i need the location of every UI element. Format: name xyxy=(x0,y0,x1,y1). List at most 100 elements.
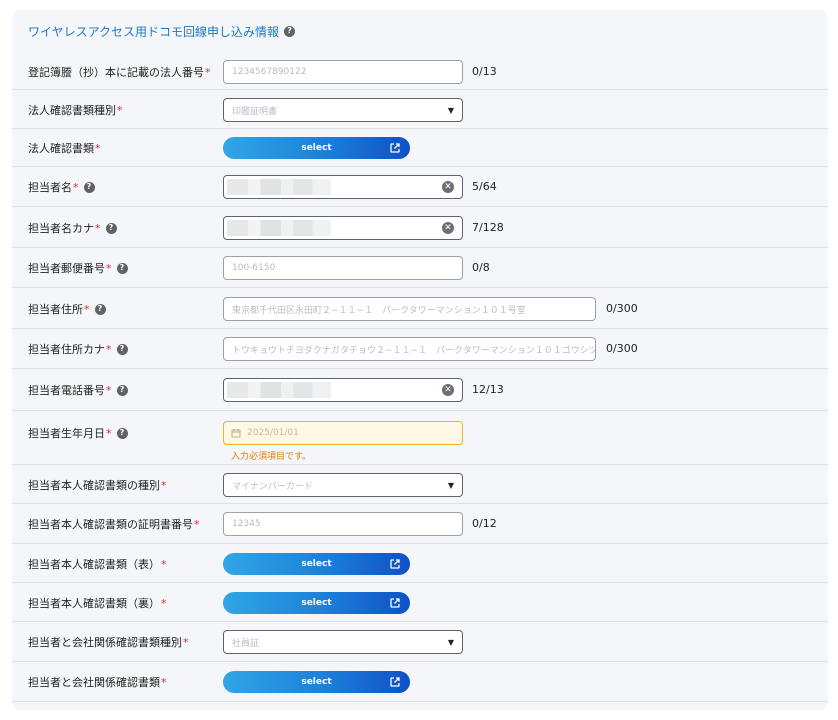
input-placeholder: 2025/01/01 xyxy=(247,428,299,438)
field-label: 担当者と会社関係確認書類 * xyxy=(28,675,167,690)
text-input[interactable]: トウキョウトチヨダクナガタチョウ２−１１−１ パークタワーマンション１０１ゴウシ… xyxy=(223,337,596,361)
form-row: 担当者郵便番号 * ? 100-6150 0/8 xyxy=(12,248,828,288)
field-label: 登記簿謄（抄）本に記載の法人番号 * xyxy=(28,65,211,80)
required-mark: * xyxy=(161,557,167,571)
field-label: 担当者名カナ * ? xyxy=(28,221,117,235)
file-select-button[interactable]: select xyxy=(223,592,410,614)
button-label: select xyxy=(301,598,332,608)
text-input[interactable]: ✕ xyxy=(223,175,463,199)
form-row: 担当者名 * ? ✕ 5/64 xyxy=(12,167,828,207)
clear-icon[interactable]: ✕ xyxy=(442,384,454,396)
field-label-text: 担当者名 xyxy=(28,181,72,194)
field-label-text: 担当者生年月日 xyxy=(28,427,105,440)
field-label-text: 担当者郵便番号 xyxy=(28,262,105,275)
text-input[interactable]: ✕ xyxy=(223,378,463,402)
field-label: 担当者本人確認書類（表） * xyxy=(28,557,167,572)
field-label: 担当者住所 * ? xyxy=(28,302,106,316)
char-counter: 5/64 xyxy=(472,180,497,193)
help-icon[interactable]: ? xyxy=(116,343,128,355)
required-mark: * xyxy=(73,180,79,194)
external-link-icon xyxy=(390,598,400,608)
field-label: 法人確認書類種別 * xyxy=(28,103,123,118)
char-counter: 12/13 xyxy=(472,383,504,396)
select-dropdown[interactable]: 社員証 ▼ xyxy=(223,630,463,654)
text-input[interactable]: 100-6150 xyxy=(223,256,463,280)
required-mark: * xyxy=(194,517,200,531)
help-icon[interactable]: ? xyxy=(94,303,106,315)
file-select-button[interactable]: select xyxy=(223,553,410,575)
button-label: select xyxy=(301,677,332,687)
help-icon[interactable]: ? xyxy=(116,262,128,274)
button-label: select xyxy=(301,143,332,153)
required-mark: * xyxy=(183,635,189,649)
help-icon[interactable]: ? xyxy=(83,181,95,193)
form-row: 法人確認書類種別 * 印鑑証明書 ▼ xyxy=(12,90,828,129)
input-placeholder: トウキョウトチヨダクナガタチョウ２−１１−１ パークタワーマンション１０１ゴウシ… xyxy=(232,345,596,356)
field-label-text: 担当者住所 xyxy=(28,303,83,316)
help-icon[interactable]: ? xyxy=(105,222,117,234)
field-label-text: 法人確認書類種別 xyxy=(28,104,116,117)
input-placeholder: 12345 xyxy=(232,519,261,529)
clear-icon[interactable]: ✕ xyxy=(442,222,454,234)
field-label: 担当者本人確認書類の種別 * xyxy=(28,478,167,493)
required-mark: * xyxy=(95,221,101,235)
form-row: 法人確認書類 * select xyxy=(12,129,828,167)
field-label: 担当者本人確認書類（裏） * xyxy=(28,596,167,611)
application-form-panel: ワイヤレスアクセス用ドコモ回線申し込み情報 ? 登記簿謄（抄）本に記載の法人番号… xyxy=(12,10,828,710)
form-row: 担当者生年月日 * ? 2025/01/01 入力必須項目です。 xyxy=(12,411,828,465)
field-label: 担当者名 * ? xyxy=(28,180,95,194)
field-label-text: 担当者本人確認書類（裏） xyxy=(28,597,160,610)
field-label-text: 登記簿謄（抄）本に記載の法人番号 xyxy=(28,66,204,79)
chevron-down-icon: ▼ xyxy=(447,105,454,115)
external-link-icon xyxy=(390,677,400,687)
field-label-text: 担当者と会社関係確認書類種別 xyxy=(28,636,182,649)
select-placeholder: 社員証 xyxy=(232,638,260,649)
text-input[interactable]: 1234567890122 xyxy=(223,60,463,84)
field-label: 担当者電話番号 * ? xyxy=(28,383,128,397)
select-placeholder: マイナンバーカード xyxy=(232,481,313,492)
file-select-button[interactable]: select xyxy=(223,137,410,159)
required-mark: * xyxy=(161,596,167,610)
external-link-icon xyxy=(390,559,400,569)
text-input[interactable]: ✕ xyxy=(223,216,463,240)
field-label: 担当者と会社関係確認書類種別 * xyxy=(28,635,189,650)
section-title: ワイヤレスアクセス用ドコモ回線申し込み情報 ? xyxy=(28,22,296,40)
field-label-text: 担当者本人確認書類（表） xyxy=(28,558,160,571)
input-placeholder: 東京都千代田区永田町２−１１−１ パークタワーマンション１０１号室 xyxy=(232,305,526,316)
field-label: 法人確認書類 * xyxy=(28,141,101,156)
required-mark: * xyxy=(161,478,167,492)
field-label-text: 担当者本人確認書類の種別 xyxy=(28,479,160,492)
help-icon[interactable]: ? xyxy=(116,427,128,439)
char-counter: 0/300 xyxy=(606,342,638,355)
required-mark: * xyxy=(106,383,112,397)
form-row: 担当者と会社関係確認書類種別 * 社員証 ▼ xyxy=(12,622,828,662)
clear-icon[interactable]: ✕ xyxy=(442,181,454,193)
char-counter: 7/128 xyxy=(472,221,504,234)
select-dropdown[interactable]: 印鑑証明書 ▼ xyxy=(223,98,463,122)
chevron-down-icon: ▼ xyxy=(447,637,454,647)
redacted-value xyxy=(227,179,331,195)
redacted-value xyxy=(227,382,331,398)
date-input[interactable]: 2025/01/01 xyxy=(223,421,463,445)
required-mark: * xyxy=(106,342,112,356)
field-label: 担当者本人確認書類の証明書番号 * xyxy=(28,517,200,532)
required-mark: * xyxy=(161,675,167,689)
field-label-text: 担当者住所カナ xyxy=(28,343,105,356)
form-row: 担当者本人確認書類の証明書番号 * 12345 0/12 xyxy=(12,504,828,544)
form-row: 担当者住所 * ? 東京都千代田区永田町２−１１−１ パークタワーマンション１０… xyxy=(12,288,828,329)
field-label-text: 法人確認書類 xyxy=(28,142,94,155)
form-row: 登記簿謄（抄）本に記載の法人番号 * 1234567890122 0/13 xyxy=(12,54,828,90)
required-mark: * xyxy=(95,141,101,155)
help-icon[interactable]: ? xyxy=(116,384,128,396)
section-title-text: ワイヤレスアクセス用ドコモ回線申し込み情報 xyxy=(28,24,280,39)
field-label: 担当者郵便番号 * ? xyxy=(28,261,128,275)
char-counter: 0/300 xyxy=(606,302,638,315)
help-icon[interactable]: ? xyxy=(284,25,296,37)
text-input[interactable]: 12345 xyxy=(223,512,463,536)
char-counter: 0/13 xyxy=(472,65,497,78)
text-input[interactable]: 東京都千代田区永田町２−１１−１ パークタワーマンション１０１号室 xyxy=(223,297,596,321)
file-select-button[interactable]: select xyxy=(223,671,410,693)
form-row: 担当者本人確認書類の種別 * マイナンバーカード ▼ xyxy=(12,465,828,504)
calendar-icon xyxy=(231,429,241,438)
select-dropdown[interactable]: マイナンバーカード ▼ xyxy=(223,473,463,497)
